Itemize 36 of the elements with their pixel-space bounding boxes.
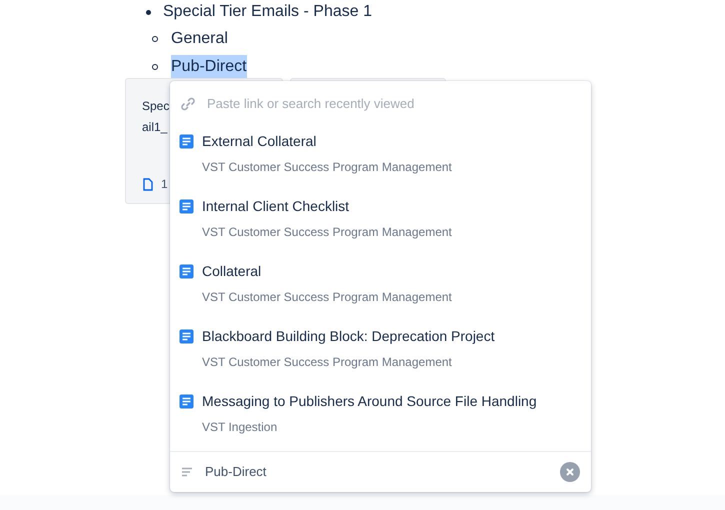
result-item[interactable]: Internal Client Checklist VST Customer Success Program Management (170, 190, 591, 255)
document-icon (179, 394, 194, 410)
document-icon (179, 329, 194, 344)
result-item[interactable]: Collateral VST Customer Success Program Management (170, 254, 591, 320)
bullet-icon (152, 36, 158, 42)
file-size: 1 (161, 176, 168, 193)
file-icon (143, 178, 153, 190)
bullet-icon (152, 64, 158, 70)
search-field[interactable]: Paste link or search recently viewed (205, 93, 581, 114)
result-title: Messaging to Publishers Around Source File Handling (202, 392, 537, 412)
space-name: VST Customer Success Program Management (202, 158, 453, 176)
space-name: VST Customer Success Program Management (202, 288, 453, 306)
close-icon (566, 468, 574, 476)
document-icon (179, 264, 194, 279)
result-item[interactable]: Messaging to Publishers Around Source File Handling VST Ingestion (170, 385, 591, 451)
space-name: VST Customer Success Program Management (202, 354, 453, 372)
document-icon (179, 198, 194, 214)
result-item[interactable]: External Collateral VST Customer Success Program Management (170, 124, 591, 190)
result-title: External Collateral (202, 132, 316, 150)
display-text: Pub-Direct (205, 463, 266, 482)
clear-button[interactable] (560, 462, 580, 482)
list-item: Pub-Direct (171, 55, 247, 79)
result-title: Blackboard Building Block: Deprecation Project (202, 327, 495, 346)
file-name: Spec (142, 98, 170, 115)
result-title: Internal Client Checklist (202, 196, 350, 216)
list-item: Special Tier Emails - Phase 1 (163, 2, 372, 22)
space-name: VST Ingestion (202, 419, 278, 436)
document-icon (179, 134, 194, 148)
link-icon (180, 96, 196, 112)
space-name: VST Customer Success Program Management (202, 224, 453, 241)
text-icon (181, 466, 193, 477)
result-item[interactable]: Blackboard Building Block: Deprecation Project VST Customer Success Program Management (170, 320, 591, 386)
bullet-icon (146, 10, 151, 14)
result-title: Collateral (202, 262, 262, 281)
list-item: General (171, 29, 228, 49)
file-name: ail1_ (142, 119, 168, 136)
